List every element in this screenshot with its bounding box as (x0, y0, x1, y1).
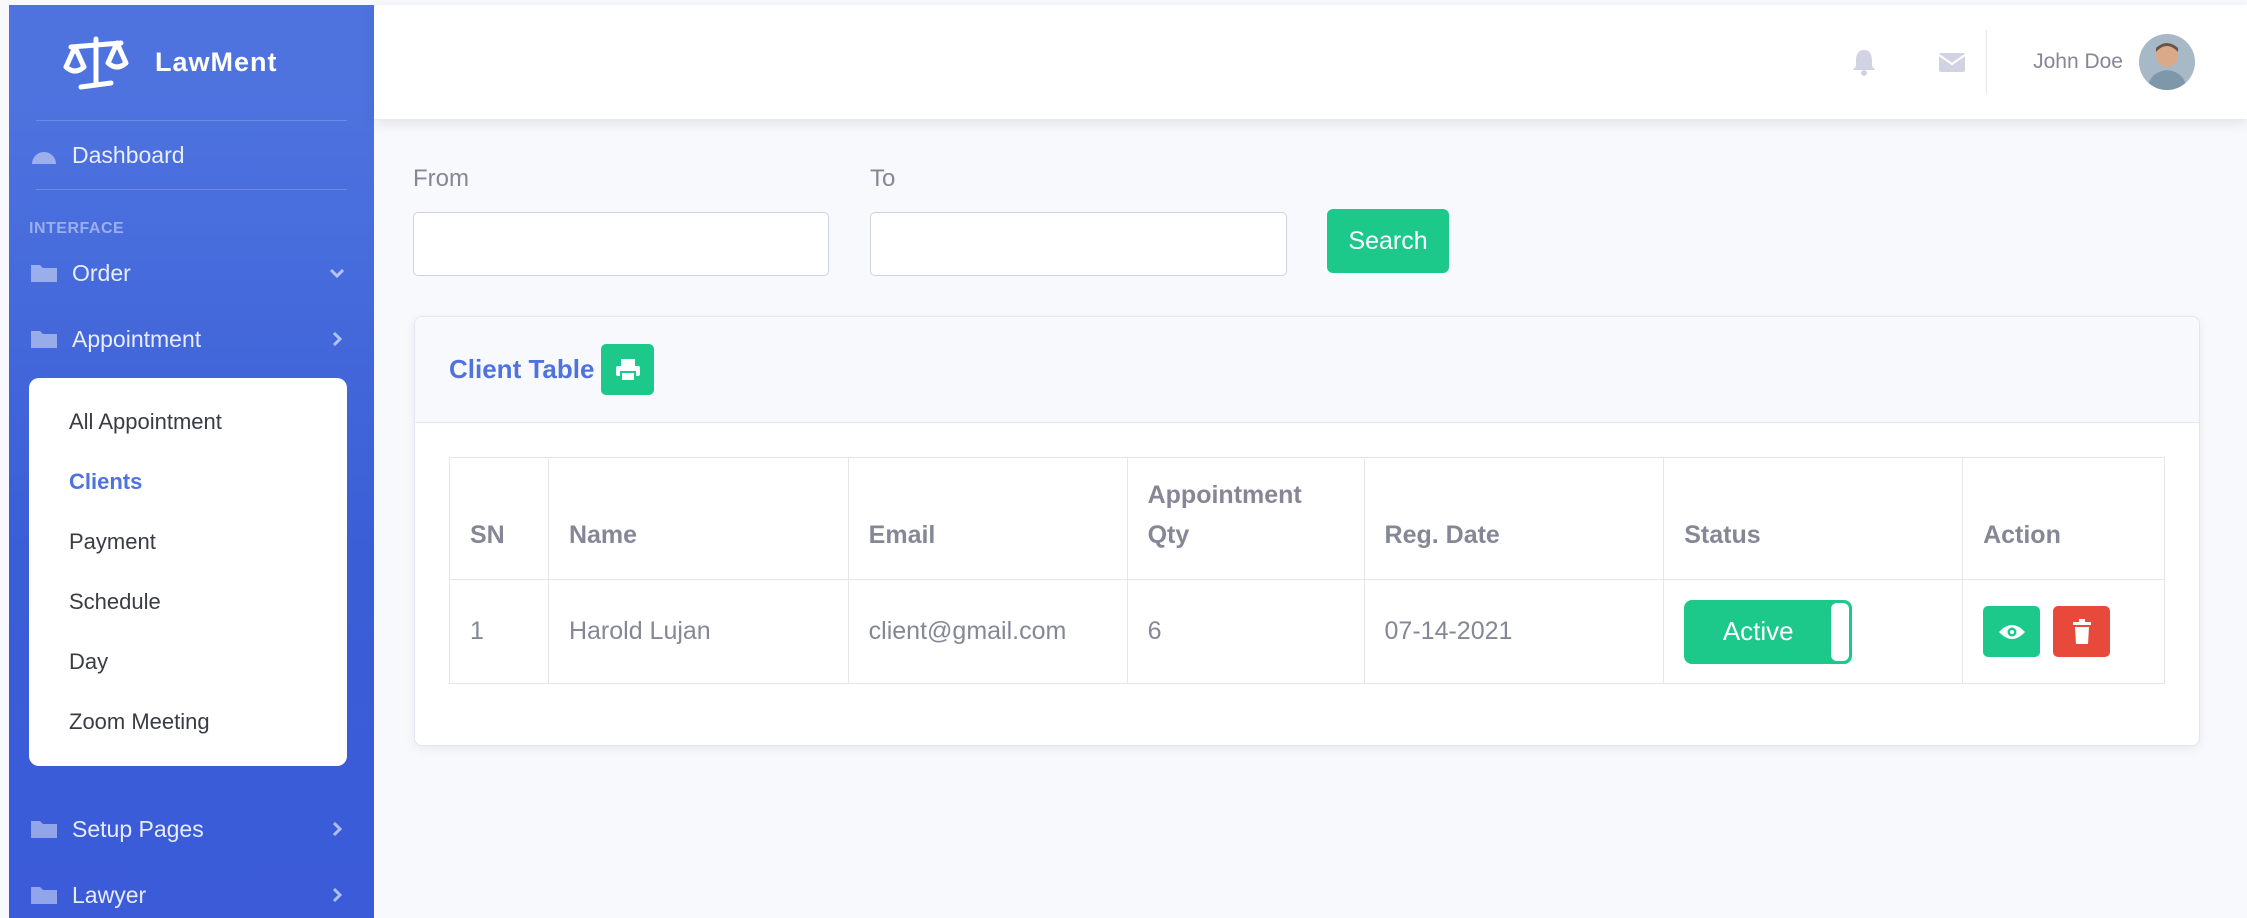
sidebar-item-appointment[interactable]: Appointment (9, 306, 374, 372)
column-header-status: Status (1663, 457, 1964, 580)
print-icon (615, 358, 640, 382)
delete-button[interactable] (2053, 606, 2111, 657)
sidebar-heading: INTERFACE (29, 220, 125, 237)
sidebar-item-dashboard[interactable]: Dashboard (9, 121, 374, 189)
brand[interactable]: LawMent (9, 5, 374, 120)
submenu-item-payment[interactable]: Payment (29, 512, 347, 572)
client-table-card: Client Table SN Name Email Appointment Q… (414, 316, 2200, 746)
card-header: Client Table (415, 317, 2199, 423)
to-label: To (870, 165, 896, 192)
submenu-item-day[interactable]: Day (29, 632, 347, 692)
column-header-reg-date: Reg. Date (1363, 457, 1665, 580)
sidebar-item-setup-pages[interactable]: Setup Pages (9, 796, 374, 862)
view-button[interactable] (1983, 606, 2041, 657)
column-header-email: Email (847, 457, 1128, 580)
to-date-input[interactable] (870, 212, 1287, 276)
sidebar-divider (36, 189, 347, 190)
card-title: Client Table (449, 354, 595, 384)
client-table: SN Name Email Appointment Qty Reg. Date … (449, 457, 2165, 684)
status-toggle-knob (1831, 602, 1850, 661)
chevron-right-icon (332, 887, 343, 903)
gauge-icon (32, 152, 56, 164)
eye-icon (1998, 624, 2025, 639)
user-avatar-icon (2139, 34, 2195, 90)
brand-name: LawMent (155, 47, 278, 77)
from-label: From (413, 165, 469, 192)
column-header-name: Name (547, 457, 849, 580)
folder-icon (31, 821, 57, 838)
user-name[interactable]: John Doe (2033, 50, 2123, 74)
folder-icon (31, 265, 57, 282)
sidebar-item-order[interactable]: Order (9, 240, 374, 306)
appointment-submenu: All Appointment Clients Payment Schedule… (29, 378, 347, 766)
sidebar-item-lawyer[interactable]: Lawyer (9, 862, 374, 918)
cell-sn: 1 (449, 579, 549, 684)
topbar-divider (1986, 30, 1988, 94)
folder-icon (31, 887, 57, 904)
print-button[interactable] (601, 344, 655, 395)
search-button[interactable]: Search (1327, 209, 1449, 273)
sidebar-item-label: Lawyer (72, 881, 147, 908)
folder-icon (31, 331, 57, 348)
table-header-row: SN Name Email Appointment Qty Reg. Date … (449, 457, 2165, 580)
cell-status: Active (1663, 579, 1964, 684)
cell-reg-date: 07-14-2021 (1363, 579, 1665, 684)
envelope-icon[interactable] (1936, 46, 1968, 78)
scales-logo-icon (63, 36, 129, 89)
cell-qty: 6 (1126, 579, 1365, 684)
submenu-item-schedule[interactable]: Schedule (29, 572, 347, 632)
trash-icon (2072, 618, 2091, 644)
table-row: 1 Harold Lujan client@gmail.com 6 07-14-… (449, 579, 2165, 684)
submenu-item-clients[interactable]: Clients (29, 452, 347, 512)
chevron-right-icon (332, 821, 343, 837)
submenu-item-all-appointment[interactable]: All Appointment (29, 392, 347, 452)
column-header-appointment-qty: Appointment Qty (1126, 457, 1365, 580)
avatar[interactable] (2139, 34, 2195, 90)
cell-email: client@gmail.com (847, 579, 1128, 684)
sidebar-item-label: Appointment (72, 325, 202, 352)
sidebar: LawMent Dashboard INTERFACE Order Appoin… (9, 5, 374, 918)
cell-name: Harold Lujan (547, 579, 849, 684)
column-header-action: Action (1962, 457, 2165, 580)
column-header-sn: SN (449, 457, 549, 580)
bell-icon[interactable] (1848, 46, 1880, 78)
chevron-right-icon (332, 331, 343, 347)
sidebar-item-label: Order (72, 259, 131, 286)
status-toggle[interactable]: Active (1684, 599, 1853, 664)
sidebar-item-label: Dashboard (72, 141, 185, 168)
from-date-input[interactable] (413, 212, 829, 276)
status-toggle-label: Active (1722, 616, 1794, 646)
chevron-down-icon (329, 268, 345, 279)
cell-action (1962, 579, 2165, 684)
sidebar-item-label: Setup Pages (72, 815, 204, 842)
submenu-item-zoom-meeting[interactable]: Zoom Meeting (29, 692, 347, 752)
topbar: John Doe (374, 5, 2247, 119)
